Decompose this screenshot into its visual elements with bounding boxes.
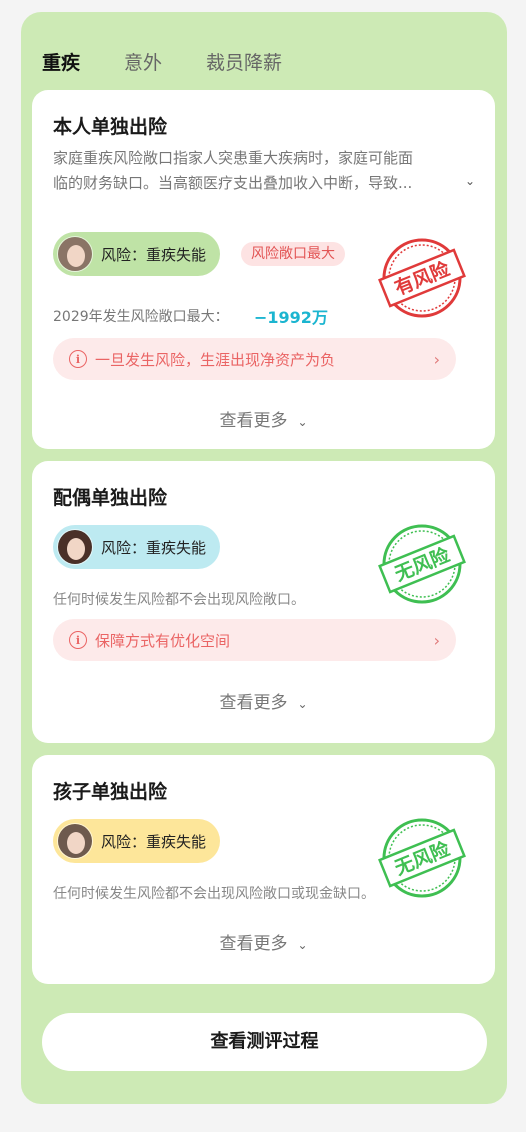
risk-note-bar[interactable]: i 一旦发生风险，生涯出现净资产为负 › <box>53 338 456 380</box>
view-more-button[interactable]: 查看更多 ⌄ <box>32 688 495 713</box>
view-more-button[interactable]: 查看更多 ⌄ <box>32 406 495 431</box>
no-exposure-text: 任何时候发生风险都不会出现风险敞口。 <box>53 592 305 608</box>
avatar <box>57 529 93 565</box>
optimization-note-bar[interactable]: i 保障方式有优化空间 › <box>53 619 456 661</box>
avatar <box>57 236 93 272</box>
view-more-button[interactable]: 查看更多 ⌄ <box>32 929 495 954</box>
risk-note-text: 一旦发生风险，生涯出现净资产为负 <box>95 350 336 369</box>
card-self: 本人单独出险 家庭重疾风险敞口指家人突患重大疾病时，家庭可能面 临的财务缺口。当… <box>32 90 495 449</box>
chevron-right-icon: › <box>433 630 440 650</box>
main-panel: 重疾 意外 裁员降薪 本人单独出险 家庭重疾风险敞口指家人突患重大疾病时，家庭可… <box>21 12 507 1104</box>
chevron-down-icon: ⌄ <box>297 415 308 429</box>
description-line: 临的财务缺口。当高额医疗支出叠加收入中断，导致... <box>53 174 413 192</box>
chevron-down-icon[interactable]: ⌄ <box>465 174 475 188</box>
card-title: 配偶单独出险 <box>53 487 168 509</box>
card-spouse: 配偶单独出险 风险：重疾失能 任何时候发生风险都不会出现风险敞口。 i 保障方式… <box>32 461 495 743</box>
view-evaluation-process-button[interactable]: 查看测评过程 <box>42 1013 487 1071</box>
stat-label: 2029年发生风险敞口最大： <box>53 309 229 325</box>
avatar <box>57 823 93 859</box>
risk-pill: 风险：重疾失能 <box>53 232 221 276</box>
info-circle-icon: i <box>69 631 87 649</box>
risk-pill: 风险：重疾失能 <box>53 525 221 569</box>
view-more-label: 查看更多 <box>219 693 288 713</box>
no-exposure-text: 任何时候发生风险都不会出现风险敞口或现金缺口。 <box>53 886 375 902</box>
risk-label: 风险：重疾失能 <box>101 245 207 264</box>
tab-critical-illness[interactable]: 重疾 <box>42 48 80 88</box>
chevron-down-icon: ⌄ <box>297 697 308 711</box>
tab-layoff[interactable]: 裁员降薪 <box>206 48 282 88</box>
tab-bar: 重疾 意外 裁员降薪 <box>42 48 326 88</box>
optimization-note-text: 保障方式有优化空间 <box>95 631 231 650</box>
chevron-right-icon: › <box>433 349 440 369</box>
info-circle-icon: i <box>69 350 87 368</box>
max-exposure-tag: 风险敞口最大 <box>241 242 345 266</box>
card-title: 本人单独出险 <box>53 116 168 138</box>
risk-label: 风险：重疾失能 <box>101 832 207 851</box>
stat-value: −1992万 <box>254 308 328 327</box>
risk-stamp: 有风险 <box>378 238 466 318</box>
no-risk-stamp: 无风险 <box>378 818 466 898</box>
risk-pill: 风险：重疾失能 <box>53 819 221 863</box>
description-line: 家庭重疾风险敞口指家人突患重大疾病时，家庭可能面 <box>53 149 414 167</box>
tab-accident[interactable]: 意外 <box>124 48 162 88</box>
view-more-label: 查看更多 <box>219 411 288 431</box>
card-description: 家庭重疾风险敞口指家人突患重大疾病时，家庭可能面 临的财务缺口。当高额医疗支出叠… <box>53 146 473 196</box>
no-risk-stamp: 无风险 <box>378 524 466 604</box>
risk-label: 风险：重疾失能 <box>101 538 207 557</box>
view-more-label: 查看更多 <box>219 934 288 954</box>
card-title: 孩子单独出险 <box>53 781 168 803</box>
chevron-down-icon: ⌄ <box>297 938 308 952</box>
card-child: 孩子单独出险 风险：重疾失能 任何时候发生风险都不会出现风险敞口或现金缺口。 查… <box>32 755 495 984</box>
